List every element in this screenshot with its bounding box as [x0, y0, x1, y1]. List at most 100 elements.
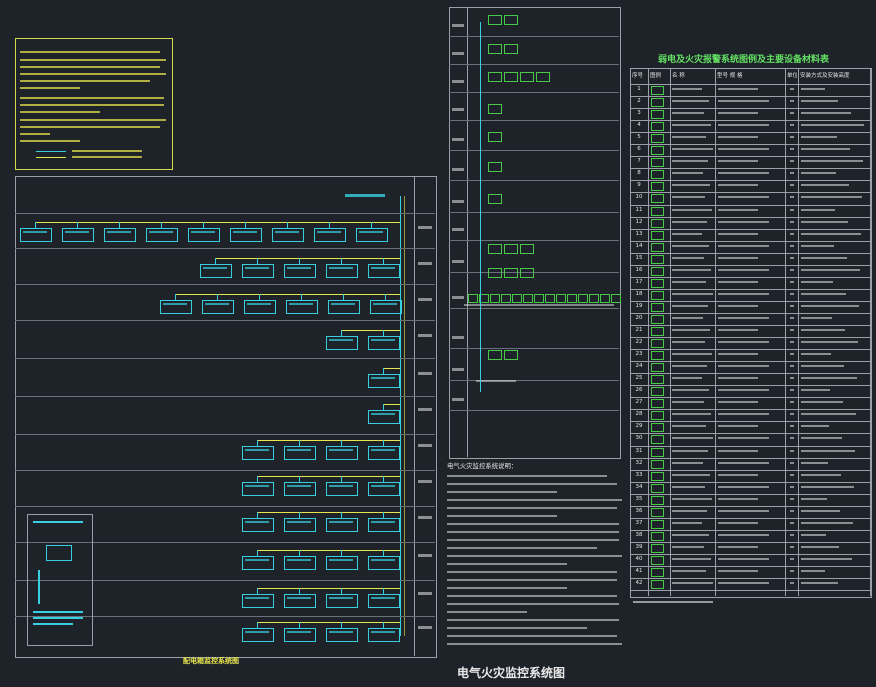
table-unit-line: [790, 268, 794, 271]
legend-text-line: [72, 150, 142, 152]
panel-drop-line: [203, 222, 204, 228]
table-name-line: [672, 136, 706, 139]
table-row-number: 31: [635, 447, 643, 454]
table-row-number: 14: [635, 242, 643, 249]
table-row-line: [630, 156, 870, 158]
table-row-line: [630, 132, 870, 134]
table-unit-line: [790, 425, 794, 428]
note-text-line: [447, 571, 617, 574]
panel-drop-line: [299, 440, 300, 446]
floor-label: [418, 226, 432, 229]
legend-line-yellow: [36, 157, 66, 158]
table-title: 弱电及火灾报警系统图例及主要设备材料表: [658, 55, 830, 65]
table-symbol-icon: [651, 218, 664, 228]
table-unit-line: [790, 437, 794, 440]
riser-module: [520, 244, 534, 254]
table-unit-line: [790, 304, 794, 307]
table-unit-line: [790, 570, 794, 572]
riser-module: [468, 294, 478, 303]
riser-label-line: [476, 380, 516, 382]
table-model-line: [718, 329, 758, 331]
table-row-number: 3: [637, 110, 641, 117]
table-name-line: [672, 160, 708, 163]
riser-module: [504, 44, 518, 54]
table-model-line: [718, 461, 769, 464]
riser-floor-label: [452, 336, 464, 339]
table-install-line: [801, 401, 843, 404]
panel-drop-line: [329, 222, 330, 228]
riser-floor-label: [452, 52, 464, 55]
table-row-line: [630, 288, 870, 290]
table-row-number: 37: [635, 519, 643, 526]
table-name-line: [672, 196, 705, 199]
table-symbol-icon: [651, 351, 664, 361]
riser-module: [501, 294, 511, 303]
note-text-line: [447, 619, 619, 622]
note-text-line: [447, 483, 617, 486]
table-symbol-icon: [651, 543, 664, 553]
table-row-number: 6: [637, 146, 641, 153]
table-column-line: [670, 68, 671, 596]
note-text-line: [447, 539, 619, 542]
riser-separator: [449, 308, 619, 309]
table-row-line: [630, 264, 870, 266]
table-name-line: [672, 425, 706, 428]
riser-floor-label: [452, 138, 464, 141]
panel-drop-line: [383, 258, 384, 264]
table-model-line: [718, 220, 769, 223]
table-install-line: [801, 509, 840, 512]
table-symbol-icon: [651, 387, 664, 397]
panel-drop-line: [383, 330, 384, 336]
panel-label-line: [329, 267, 353, 269]
table-header-cell: 图例: [650, 73, 662, 79]
table-name-line: [672, 473, 710, 476]
table-model-line: [718, 256, 758, 259]
table-install-line: [801, 148, 850, 151]
table-name-line: [672, 341, 705, 344]
table-install-line: [801, 353, 831, 356]
table-install-line: [801, 437, 842, 440]
panel-label-line: [245, 485, 269, 487]
panel-label-line: [203, 267, 227, 269]
riser-floor-label: [452, 296, 464, 299]
monitoring-host-cabinet: [27, 514, 93, 646]
table-name-line: [672, 232, 702, 235]
panel-label-line: [245, 631, 269, 633]
table-unit-line: [790, 509, 794, 512]
panel-drop-line: [341, 258, 342, 264]
panel-label-line: [329, 521, 353, 523]
panel-drop-line: [257, 476, 258, 482]
table-model-line: [718, 280, 758, 283]
panel-label-line: [245, 597, 269, 599]
table-name-line: [672, 389, 709, 392]
table-row-number: 11: [635, 206, 643, 213]
table-row-line: [630, 252, 870, 254]
table-model-line: [718, 377, 758, 380]
bus-header-label: [345, 194, 385, 197]
riser-separator: [449, 410, 619, 411]
main-bus-line-yellow: [404, 196, 405, 636]
panel-label-line: [287, 631, 311, 633]
table-install-line: [801, 196, 862, 199]
table-column-line: [785, 68, 786, 596]
table-unit-line: [790, 292, 794, 295]
panel-label-line: [287, 597, 311, 599]
table-symbol-icon: [651, 134, 664, 144]
riser-floor-label: [452, 368, 464, 371]
table-row-line: [630, 96, 870, 98]
table-row-line: [630, 325, 870, 326]
panel-label-line: [233, 231, 257, 233]
riser-separator: [449, 36, 619, 37]
table-row-number: 19: [635, 302, 643, 309]
table-name-line: [672, 413, 711, 416]
table-unit-line: [790, 148, 794, 151]
note-text-line: [447, 595, 617, 598]
table-install-line: [801, 582, 838, 585]
table-install-line: [801, 389, 830, 392]
table-symbol-icon: [651, 302, 664, 312]
table-row-line: [630, 457, 870, 459]
table-unit-line: [790, 341, 794, 344]
table-model-line: [718, 533, 769, 536]
table-name-line: [672, 437, 713, 440]
panel-label-line: [205, 303, 229, 305]
